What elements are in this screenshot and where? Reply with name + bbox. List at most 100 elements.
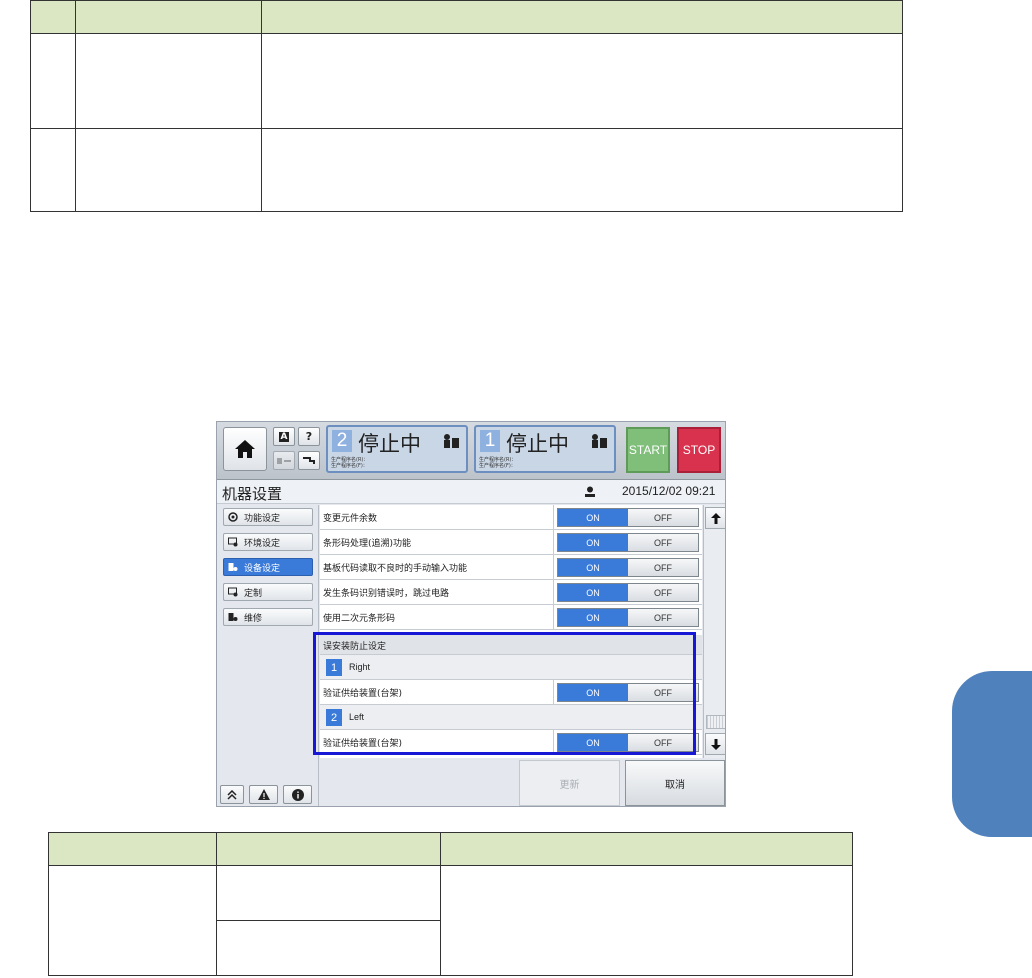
on-off-toggle[interactable]: ON OFF — [557, 583, 699, 602]
scroll-thumb[interactable] — [706, 715, 725, 729]
sidebar-item-label: 定制 — [244, 588, 263, 599]
cancel-button[interactable]: 取消 — [625, 760, 725, 806]
start-button[interactable]: START — [626, 427, 670, 473]
off-button[interactable]: OFF — [628, 534, 698, 551]
on-off-toggle[interactable]: ON OFF — [557, 533, 699, 552]
table-cell — [30, 0, 76, 34]
table-cell — [48, 832, 217, 866]
sidebar-item-label: 环境设定 — [244, 538, 281, 549]
machine-settings-screen: A ? 2 停止中 生产程序名(R)： 生产程序名(F)： 1 停止中 生产程序… — [216, 421, 726, 807]
double-up-icon — [227, 789, 237, 800]
divider — [553, 555, 554, 580]
list-item: 发生条码识别错误时，跳过电路 ON OFF — [320, 580, 702, 605]
sidebar-item-custom[interactable]: 定制 — [223, 583, 313, 601]
table-cell — [75, 0, 262, 34]
table-cell — [30, 128, 76, 212]
operator-button[interactable] — [273, 451, 295, 470]
lock-a-button[interactable]: A — [273, 427, 295, 446]
scroll-down-button[interactable] — [705, 733, 725, 755]
list-item: 使用二次元条形码 ON OFF — [320, 605, 702, 630]
top-bar: A ? 2 停止中 生产程序名(R)： 生产程序名(F)： 1 停止中 生产程序… — [217, 422, 725, 480]
help-button[interactable]: ? — [298, 427, 320, 446]
table-cell — [30, 33, 76, 129]
sidebar-item-environment[interactable]: 环境设定 — [223, 533, 313, 551]
nozzle-icon — [303, 456, 315, 464]
on-off-toggle[interactable]: ON OFF — [557, 558, 699, 577]
on-button[interactable]: ON — [558, 509, 628, 526]
scroll-up-button[interactable] — [705, 507, 725, 529]
operator-icon — [277, 457, 291, 464]
divider — [553, 530, 554, 555]
page-title: 机器设置 — [222, 485, 283, 503]
table-cell — [216, 865, 441, 921]
on-button[interactable]: ON — [558, 559, 628, 576]
divider — [553, 605, 554, 630]
on-button[interactable]: ON — [558, 534, 628, 551]
lane-1-number: 1 — [480, 430, 500, 452]
on-button[interactable]: ON — [558, 584, 628, 601]
lane-2-number: 2 — [332, 430, 352, 452]
lane-1-program-f: 生产程序名(F)： — [479, 463, 516, 469]
lane-2-program: 生产程序名(R)： 生产程序名(F)： — [331, 457, 465, 469]
on-off-toggle[interactable]: ON OFF — [557, 608, 699, 627]
divider — [553, 505, 554, 530]
home-button[interactable] — [223, 427, 267, 471]
lane-1-status-text: 停止中 — [506, 432, 569, 456]
scrollbar[interactable] — [703, 505, 725, 758]
table-row — [48, 865, 853, 976]
arrow-down-icon — [711, 738, 721, 750]
stop-button[interactable]: STOP — [677, 427, 721, 473]
help-label: ? — [305, 430, 313, 443]
update-button[interactable]: 更新 — [519, 760, 620, 806]
custom-icon — [228, 587, 238, 597]
on-off-toggle[interactable]: ON OFF — [557, 508, 699, 527]
chapter-side-tab — [952, 671, 1032, 837]
on-button[interactable]: ON — [558, 609, 628, 626]
list-item: 基板代码读取不良时的手动输入功能 ON OFF — [320, 555, 702, 580]
feeder-icon — [444, 434, 459, 448]
top-table — [30, 0, 903, 212]
function-icon — [228, 512, 238, 522]
table-cell — [261, 0, 903, 34]
off-button[interactable]: OFF — [628, 584, 698, 601]
table-cell — [75, 33, 262, 129]
divider — [553, 580, 554, 605]
title-bar: 机器设置 2015/12/02 09:21 — [217, 480, 725, 504]
table-cell — [440, 865, 853, 976]
sidebar-item-device[interactable]: 设备设定 — [223, 558, 313, 576]
lane-1-status[interactable]: 1 停止中 生产程序名(R)： 生产程序名(F)： — [474, 425, 616, 473]
nozzle-button[interactable] — [298, 451, 320, 470]
arrow-up-icon — [711, 512, 721, 524]
warning-button[interactable] — [249, 785, 278, 804]
datetime: 2015/12/02 09:21 — [622, 484, 716, 498]
info-button[interactable] — [283, 785, 312, 804]
sidebar-item-label: 维修 — [244, 613, 263, 624]
setting-label: 使用二次元条形码 — [323, 614, 396, 624]
off-button[interactable]: OFF — [628, 509, 698, 526]
warning-icon — [257, 789, 270, 800]
device-icon — [228, 563, 238, 571]
table-cell — [75, 128, 262, 212]
setting-label: 基板代码读取不良时的手动输入功能 — [323, 564, 468, 574]
highlight-box — [313, 632, 696, 755]
table-cell — [216, 832, 441, 866]
table-row — [30, 128, 903, 212]
sidebar-item-label: 功能设定 — [244, 513, 281, 524]
sidebar-item-label: 设备设定 — [244, 563, 281, 574]
table-cell — [261, 33, 903, 129]
lane-2-status-text: 停止中 — [358, 432, 421, 456]
off-button[interactable]: OFF — [628, 559, 698, 576]
bottom-table-header — [48, 832, 853, 866]
maintenance-icon — [228, 613, 238, 621]
scroll-top-button[interactable] — [220, 785, 244, 804]
sidebar-item-maintenance[interactable]: 维修 — [223, 608, 313, 626]
table-row — [30, 33, 903, 129]
user-icon — [585, 486, 595, 497]
off-button[interactable]: OFF — [628, 609, 698, 626]
info-icon — [291, 788, 304, 801]
bottom-table — [48, 832, 853, 976]
sidebar: 功能设定 环境设定 设备设定 定制 维修 — [217, 505, 319, 806]
setting-label: 变更元件余数 — [323, 514, 378, 524]
sidebar-item-function[interactable]: 功能设定 — [223, 508, 313, 526]
lane-2-status[interactable]: 2 停止中 生产程序名(R)： 生产程序名(F)： — [326, 425, 468, 473]
